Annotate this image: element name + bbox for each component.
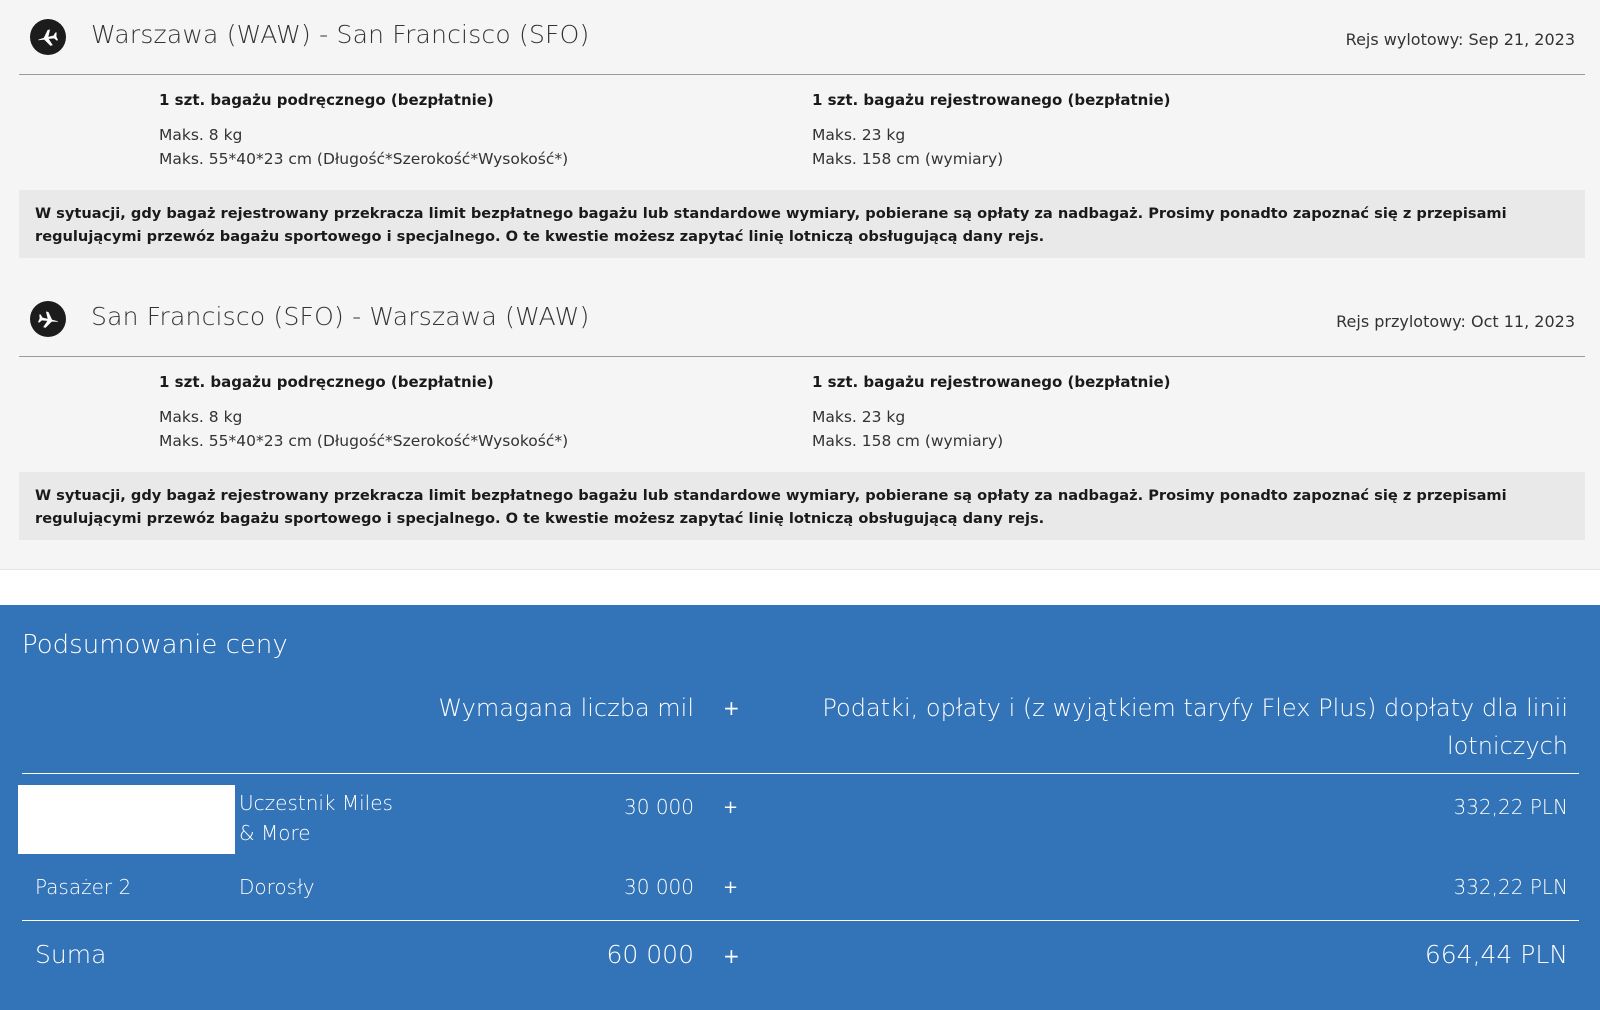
plane-departure-icon [30,19,66,55]
passenger-type: Uczestnik Miles & More [239,791,393,845]
total-miles: 60 000 [606,940,694,969]
checked-dimensions: Maks. 158 cm (wymiary) [812,150,1004,168]
total-label: Suma [35,940,107,969]
flight-date: Rejs przylotowy: Oct 11, 2023 [1336,312,1575,331]
carry-on-dimensions: Maks. 55*40*23 cm (Długość*Szerokość*Wys… [159,432,569,450]
total-divider [22,920,1579,921]
plus-column-header: + [723,696,740,720]
flight-baggage-panel: Warszawa (WAW) - San Francisco (SFO) Rej… [0,0,1600,570]
checked-weight: Maks. 23 kg [812,126,906,144]
summary-title: Podsumowanie ceny [22,630,288,660]
price-summary: Podsumowanie ceny Wymagana liczba mil + … [0,605,1600,1010]
carry-on-baggage: 1 szt. bagażu podręcznego (bezpłatnie) M… [159,373,568,453]
plus-sign: + [723,877,739,898]
passenger-amount: 332,22 PLN [1453,875,1568,899]
table-row: Pasażer 2 Dorosły 30 000 + 332,22 PLN [0,863,1600,913]
segment-header: San Francisco (SFO) - Warszawa (WAW) Rej… [19,282,1585,357]
route-title: Warszawa (WAW) - San Francisco (SFO) [91,20,590,49]
checked-title: 1 szt. bagażu rejestrowanego (bezpłatnie… [812,91,1171,109]
header-divider [22,773,1579,774]
miles-column-header: Wymagana liczba mil [438,694,694,722]
taxes-column-header: Podatki, opłaty i (z wyjątkiem taryfy Fl… [822,694,1568,760]
checked-baggage: 1 szt. bagażu rejestrowanego (bezpłatnie… [812,91,1170,171]
carry-on-weight: Maks. 8 kg [159,408,243,426]
checked-weight: Maks. 23 kg [812,408,906,426]
carry-on-dimensions: Maks. 55*40*23 cm (Długość*Szerokość*Wys… [159,150,569,168]
total-row: Suma 60 000 + 664,44 PLN [0,928,1600,988]
carry-on-baggage: 1 szt. bagażu podręcznego (bezpłatnie) M… [159,91,568,171]
carry-on-title: 1 szt. bagażu podręcznego (bezpłatnie) [159,373,494,391]
total-amount: 664,44 PLN [1424,940,1568,969]
checked-title: 1 szt. bagażu rejestrowanego (bezpłatnie… [812,373,1171,391]
table-row: Uczestnik Miles & More 30 000 + 332,22 P… [0,780,1600,854]
passenger-name: Pasażer 2 [35,875,132,899]
segment-header: Warszawa (WAW) - San Francisco (SFO) Rej… [19,0,1585,75]
carry-on-title: 1 szt. bagażu podręcznego (bezpłatnie) [159,91,494,109]
passenger-name-redacted [18,785,235,854]
plus-sign: + [723,944,740,968]
route-title: San Francisco (SFO) - Warszawa (WAW) [91,302,590,331]
plane-arrival-icon [30,301,66,337]
passenger-miles: 30 000 [624,875,694,899]
baggage-notice: W sytuacji, gdy bagaż rejestrowany przek… [19,190,1585,258]
plus-sign: + [723,797,739,818]
passenger-type: Dorosły [239,875,315,899]
flight-date: Rejs wylotowy: Sep 21, 2023 [1345,30,1575,49]
baggage-notice: W sytuacji, gdy bagaż rejestrowany przek… [19,472,1585,540]
carry-on-weight: Maks. 8 kg [159,126,243,144]
checked-dimensions: Maks. 158 cm (wymiary) [812,432,1004,450]
checked-baggage: 1 szt. bagażu rejestrowanego (bezpłatnie… [812,373,1170,453]
passenger-amount: 332,22 PLN [1453,795,1568,819]
passenger-miles: 30 000 [624,795,694,819]
